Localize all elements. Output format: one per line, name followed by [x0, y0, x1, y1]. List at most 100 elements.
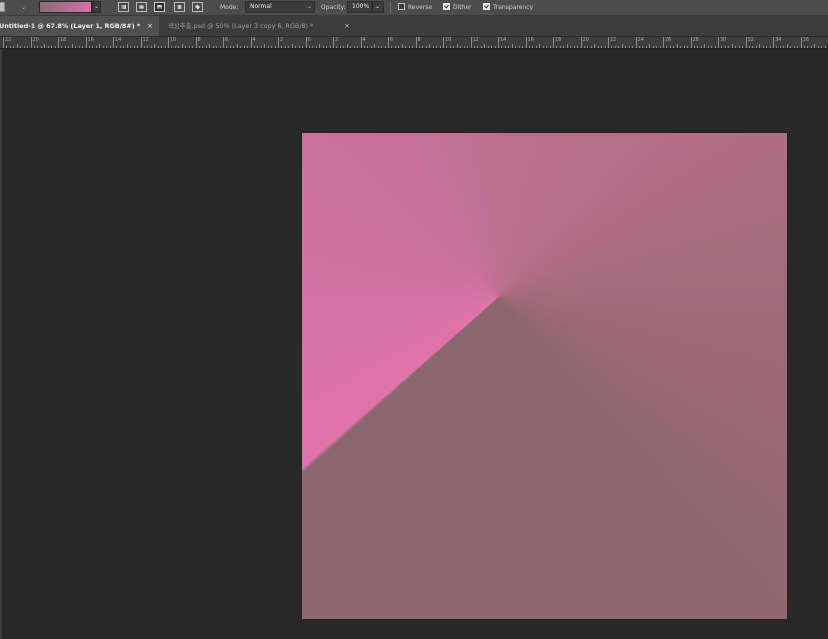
ruler-minor-tick	[47, 46, 49, 48]
ruler-minor-tick	[711, 46, 713, 48]
ruler-major-tick	[745, 37, 747, 48]
ruler-minor-tick	[714, 46, 716, 48]
ruler-minor-tick	[625, 46, 627, 48]
horizontal-ruler[interactable]: 22 20 18 16 14 12 10 8 6 4 2 0 2 4 6 8 10 12 14 16 18 20 22 24 2…	[0, 37, 828, 49]
ruler-minor-tick	[687, 46, 689, 48]
ruler-minor-tick	[707, 46, 709, 48]
ruler-minor-tick	[659, 46, 661, 48]
ruler-label: 6	[390, 37, 394, 43]
ruler-minor-tick	[205, 46, 207, 48]
ruler-minor-tick	[82, 46, 84, 48]
ruler-minor-tick	[704, 44, 706, 48]
dither-checkbox[interactable]	[443, 3, 450, 10]
ruler-minor-tick	[174, 46, 176, 48]
ruler-minor-tick	[295, 46, 297, 48]
ruler-label: 36	[802, 37, 809, 43]
ruler-minor-tick	[748, 46, 750, 48]
reflected-gradient-button[interactable]	[174, 2, 185, 12]
ruler-minor-tick	[666, 46, 668, 48]
ruler-major-tick	[443, 37, 444, 48]
tab-color-extract-psd[interactable]: 색상추출.psd @ 50% (Layer 3 copy 6, RGB/8) *…	[166, 16, 360, 36]
ruler-minor-tick	[398, 46, 400, 48]
ruler-minor-tick	[535, 46, 537, 48]
ruler-minor-tick	[16, 44, 18, 48]
ruler-minor-tick	[614, 46, 616, 48]
ruler-major-tick	[250, 37, 252, 48]
ruler-minor-tick	[735, 46, 737, 48]
ruler-minor-tick	[649, 44, 651, 48]
tab-close-icon[interactable]: ×	[344, 16, 350, 36]
ruler-minor-tick	[202, 46, 204, 48]
canvas-workspace[interactable]	[2, 49, 828, 639]
ruler-label: 12	[142, 37, 149, 43]
opacity-input[interactable]: 100%	[347, 1, 372, 13]
tool-preset-chevron-down-icon[interactable]: ⌄	[20, 0, 27, 15]
opacity-slider-toggle[interactable]: ⌄	[372, 1, 384, 13]
ruler-minor-tick	[807, 46, 809, 48]
ruler-minor-tick	[260, 46, 262, 48]
ruler-minor-tick	[391, 46, 393, 48]
gradient-picker-chevron-down-icon[interactable]: ⌄	[92, 1, 101, 13]
reverse-checkbox[interactable]	[398, 3, 405, 10]
radial-gradient-button[interactable]	[136, 2, 147, 12]
ruler-minor-tick	[13, 46, 15, 48]
ruler-minor-tick	[92, 46, 94, 48]
ruler-minor-tick	[64, 46, 66, 48]
ruler-minor-tick	[790, 46, 792, 48]
ruler-minor-tick	[357, 46, 359, 48]
ruler-major-tick	[223, 37, 224, 48]
ruler-minor-tick	[669, 46, 671, 48]
ruler-minor-tick	[40, 46, 42, 48]
ruler-label: 30	[720, 37, 727, 43]
tab-untitled-1[interactable]: Untitled-1 @ 67.8% (Layer 1, RGB/8#) * ×	[0, 16, 159, 36]
ruler-minor-tick	[762, 46, 764, 48]
ruler-minor-tick	[604, 46, 606, 48]
mode-chevron-down-icon: ⌄	[306, 3, 312, 10]
linear-gradient-button[interactable]	[118, 2, 129, 12]
ruler-minor-tick	[583, 46, 585, 48]
opacity-value: 100%	[352, 3, 370, 10]
ruler-minor-tick	[181, 44, 183, 48]
transparency-label: Transparency	[493, 4, 534, 11]
gradient-preview-swatch[interactable]	[39, 1, 92, 13]
ruler-minor-tick	[37, 46, 39, 48]
ruler-minor-tick	[570, 46, 572, 48]
ruler-minor-tick	[597, 46, 599, 48]
ruler-minor-tick	[700, 46, 702, 48]
ruler-major-tick	[388, 37, 389, 48]
ruler-minor-tick	[394, 46, 396, 48]
gradient-tool-icon[interactable]	[0, 2, 5, 12]
ruler-minor-tick	[803, 46, 805, 48]
tab-close-icon[interactable]: ×	[147, 16, 153, 36]
ruler-minor-tick	[253, 46, 255, 48]
angle-gradient-button[interactable]	[154, 2, 165, 12]
ruler-minor-tick	[123, 46, 125, 48]
ruler-minor-tick	[367, 46, 369, 48]
ruler-minor-tick	[563, 46, 565, 48]
ruler-minor-tick	[257, 46, 259, 48]
ruler-minor-tick	[291, 44, 293, 48]
diamond-gradient-button[interactable]	[192, 2, 203, 12]
document-canvas[interactable]	[302, 133, 787, 619]
ruler-minor-tick	[243, 46, 245, 48]
ruler-minor-tick	[467, 46, 469, 48]
ruler-minor-tick	[793, 46, 795, 48]
mode-select[interactable]: Normal ⌄	[245, 1, 315, 13]
ruler-minor-tick	[288, 46, 290, 48]
ruler-minor-tick	[731, 44, 733, 48]
ruler-minor-tick	[154, 44, 156, 48]
ruler-minor-tick	[724, 46, 726, 48]
ruler-major-tick	[305, 37, 307, 48]
ruler-major-tick	[773, 37, 774, 48]
ruler-minor-tick	[738, 46, 740, 48]
ruler-minor-tick	[150, 46, 152, 48]
ruler-minor-tick	[281, 46, 283, 48]
ruler-minor-tick	[61, 46, 63, 48]
ruler-minor-tick	[226, 46, 228, 48]
transparency-checkbox[interactable]	[483, 3, 490, 10]
ruler-major-tick	[553, 37, 554, 48]
ruler-minor-tick	[99, 44, 101, 48]
ruler-minor-tick	[418, 46, 420, 48]
ruler-major-tick	[58, 37, 59, 48]
ruler-major-tick	[470, 37, 472, 48]
